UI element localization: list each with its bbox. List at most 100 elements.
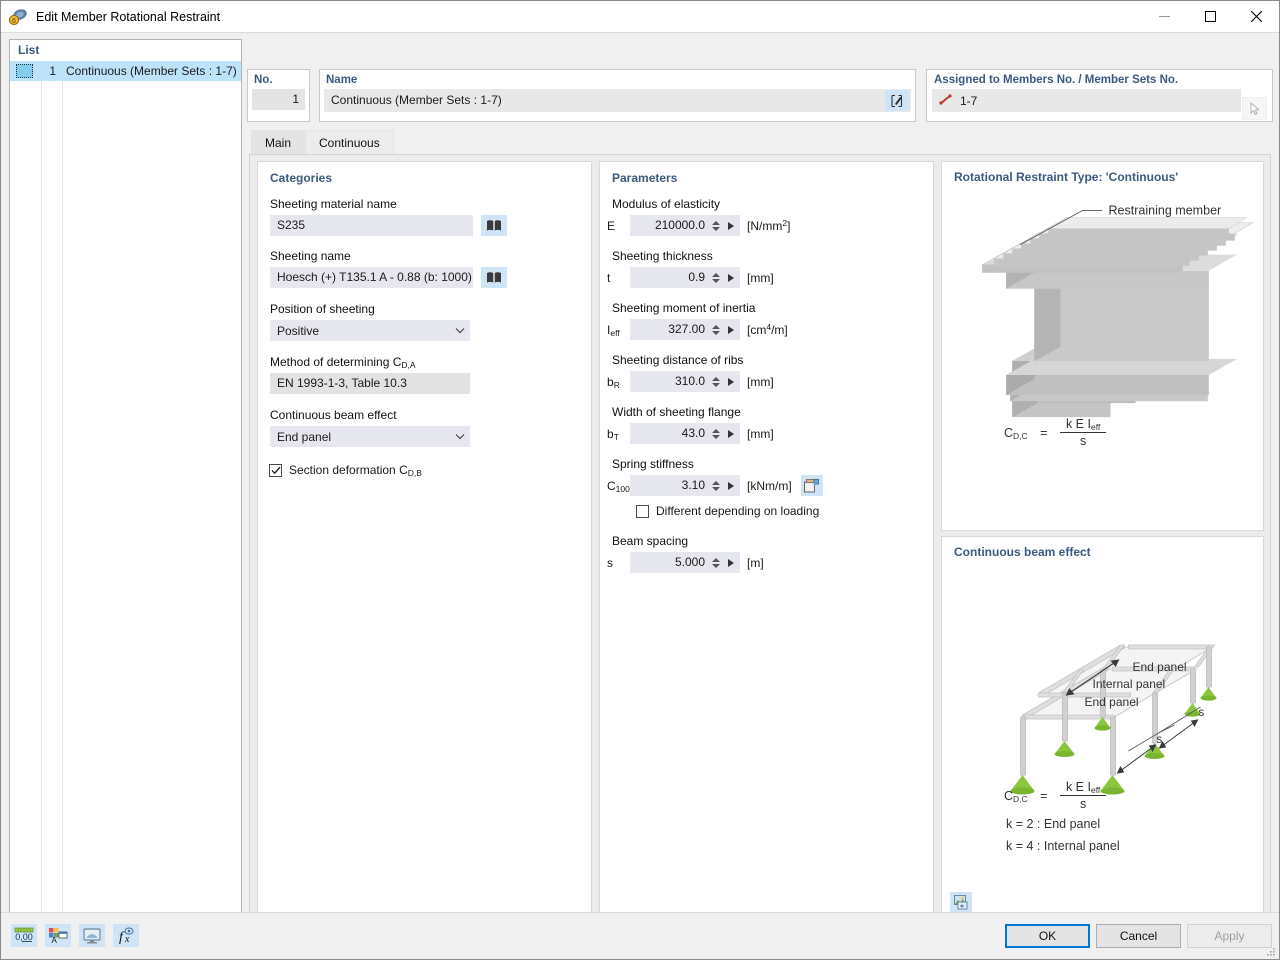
monitor-icon[interactable] xyxy=(79,924,105,947)
sym-sub: T xyxy=(613,431,619,442)
status-toolbar: 0,00 A f x xyxy=(11,924,147,947)
sheeting-name-row: Hoesch (+) T135.1 A - 0.88 (b: 1000) | D xyxy=(258,267,591,288)
spring-stiffness-input[interactable]: 3.10 xyxy=(630,475,710,496)
window-controls xyxy=(1141,1,1279,32)
ok-button[interactable]: OK xyxy=(1005,924,1090,948)
spring-stiffness-unit: [kNm/m] xyxy=(747,478,792,493)
beam-spacing-input[interactable]: 5.000 xyxy=(630,552,710,573)
color-properties-icon[interactable]: A xyxy=(45,924,71,947)
sheeting-moment-inertia-label: Sheeting moment of inertia xyxy=(612,301,756,315)
pick-cursor-icon[interactable] xyxy=(1242,97,1267,120)
sheeting-distance-ribs-input[interactable]: 310.0 xyxy=(630,371,710,392)
section-deformation-label-sub: D,B xyxy=(407,468,422,478)
method-determining-label-prefix: Method of determining C xyxy=(270,355,402,369)
section-deformation-checkbox[interactable] xyxy=(269,463,282,477)
note-k-end-panel: k = 2 : End panel xyxy=(1006,817,1101,831)
lhs: C xyxy=(1004,425,1014,440)
position-of-sheeting-select[interactable]: Positive xyxy=(270,320,470,341)
sym-sub: R xyxy=(613,379,620,390)
formula-denominator: s xyxy=(1079,434,1087,448)
sheeting-name-input[interactable]: Hoesch (+) T135.1 A - 0.88 (b: 1000) | D xyxy=(270,267,473,288)
function-icon[interactable]: f x xyxy=(113,924,139,947)
sheeting-name-label: Sheeting name xyxy=(270,249,351,263)
continuous-beam-effect-select[interactable]: End panel xyxy=(270,426,470,447)
expand-arrow-icon[interactable] xyxy=(722,215,740,236)
expand-arrow-icon[interactable] xyxy=(722,371,740,392)
sheeting-material-input[interactable]: S235 xyxy=(270,215,473,236)
expand-arrow-icon[interactable] xyxy=(722,475,740,496)
maximize-button[interactable] xyxy=(1187,1,1233,32)
assigned-caption: Assigned to Members No. / Member Sets No… xyxy=(934,74,1179,86)
modulus-of-elasticity-label: Modulus of elasticity xyxy=(612,197,721,211)
sym: E xyxy=(607,218,616,233)
spinner-updown-icon[interactable] xyxy=(710,319,722,340)
section-deformation-label: Section deformation CD,B xyxy=(289,463,422,478)
method-determining-label-sub: D,A xyxy=(401,360,416,370)
u3: ] xyxy=(787,218,791,233)
picture-export-icon[interactable] xyxy=(950,892,972,912)
list-header: List xyxy=(10,40,241,61)
restraining-member-annotation: Restraining member xyxy=(1109,204,1222,218)
parameters-title: Parameters xyxy=(612,171,678,185)
spinner-updown-icon[interactable] xyxy=(710,423,722,444)
expand-arrow-icon[interactable] xyxy=(722,267,740,288)
library-book-icon[interactable] xyxy=(481,267,507,288)
modulus-of-elasticity-input[interactable]: 210000.0 xyxy=(630,215,710,236)
num-sub: eff xyxy=(1090,422,1101,432)
different-depending-loading-row[interactable]: Different depending on loading xyxy=(600,504,933,518)
spinner-updown-icon[interactable] xyxy=(710,475,722,496)
expand-arrow-icon[interactable] xyxy=(722,423,740,444)
decimal-places-icon[interactable]: 0,00 xyxy=(11,924,37,947)
sheeting-thickness-input[interactable]: 0.9 xyxy=(630,267,710,288)
close-button[interactable] xyxy=(1233,1,1279,32)
app-icon: 6 xyxy=(8,7,28,27)
expand-arrow-icon[interactable] xyxy=(722,319,740,340)
method-determining-row: EN 1993-1-3, Table 10.3 xyxy=(258,373,591,394)
list-item[interactable]: 1 Continuous (Member Sets : 1-7) xyxy=(10,61,241,81)
modulus-of-elasticity-row: E 210000.0 [N/mm2] xyxy=(600,215,933,236)
sym-sub: 100 xyxy=(615,483,630,494)
formula-equals: = xyxy=(1040,425,1048,440)
sheeting-material-label: Sheeting material name xyxy=(270,197,397,211)
name-input[interactable]: Continuous (Member Sets : 1-7) xyxy=(331,89,885,112)
formula-equals: = xyxy=(1040,788,1048,803)
dialog-body: List 1 Continuous (Member Sets : 1-7) No… xyxy=(1,33,1279,959)
formula-numerator: k E Ieff xyxy=(1059,417,1107,433)
section-deformation-row[interactable]: Section deformation CD,B xyxy=(258,463,591,478)
label-end-panel-bottom: End panel xyxy=(1085,695,1139,709)
position-of-sheeting-row: Positive xyxy=(258,320,591,341)
categories-panel: Categories Sheeting material name S235 S… xyxy=(257,161,592,921)
spinner-updown-icon[interactable] xyxy=(710,371,722,392)
list-column-divider-2 xyxy=(62,61,63,928)
spring-table-icon[interactable] xyxy=(800,475,823,496)
expand-arrow-icon[interactable] xyxy=(722,552,740,573)
edit-pencil-icon[interactable] xyxy=(885,90,909,111)
sheeting-thickness-symbol: t xyxy=(600,271,630,285)
sym: C xyxy=(607,478,616,493)
sheeting-distance-ribs-symbol: bR xyxy=(600,375,630,390)
color-swatch xyxy=(16,64,33,78)
resize-grip[interactable] xyxy=(1266,946,1276,956)
dim-label-s-2: s xyxy=(1157,734,1163,746)
formula-denominator: s xyxy=(1079,797,1087,811)
spinner-updown-icon[interactable] xyxy=(710,552,722,573)
sheeting-thickness-unit: [mm] xyxy=(747,270,774,285)
method-determining-value[interactable]: EN 1993-1-3, Table 10.3 xyxy=(270,373,470,394)
different-depending-loading-checkbox[interactable] xyxy=(636,504,649,518)
width-sheeting-flange-label: Width of sheeting flange xyxy=(612,405,741,419)
beam-spacing-symbol: s xyxy=(600,556,630,570)
label-end-panel-top: End panel xyxy=(1133,660,1187,674)
assigned-value-field[interactable]: 1-7 xyxy=(932,89,1241,112)
spinner-updown-icon[interactable] xyxy=(710,215,722,236)
tab-continuous[interactable]: Continuous xyxy=(305,130,394,154)
minimize-button[interactable] xyxy=(1141,1,1187,32)
svg-text:6: 6 xyxy=(12,18,16,25)
spinner-updown-icon[interactable] xyxy=(710,267,722,288)
library-book-icon[interactable] xyxy=(481,215,507,236)
number-value[interactable]: 1 xyxy=(252,89,305,110)
width-sheeting-flange-input[interactable]: 43.0 xyxy=(630,423,710,444)
method-determining-label: Method of determining CD,A xyxy=(258,355,591,370)
tab-main[interactable]: Main xyxy=(251,130,306,154)
sheeting-moment-inertia-input[interactable]: 327.00 xyxy=(630,319,710,340)
cancel-button[interactable]: Cancel xyxy=(1096,924,1181,948)
